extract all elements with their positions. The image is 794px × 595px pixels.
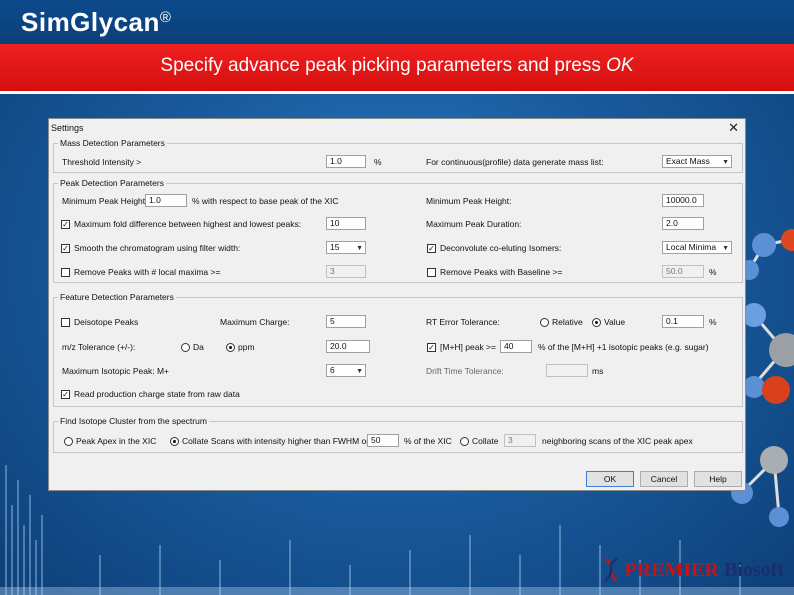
instruction-text: Specify advance peak picking parameters … bbox=[160, 55, 634, 76]
app-title: SimGlycan® bbox=[21, 7, 172, 37]
smooth-width-dropdown[interactable]: 15 ▼ bbox=[326, 241, 366, 254]
collate-fwhm-input[interactable]: 50 bbox=[367, 434, 399, 447]
cancel-button[interactable]: Cancel bbox=[640, 471, 688, 487]
continuous-label: For continuous(profile) data generate ma… bbox=[426, 157, 604, 167]
chevron-down-icon: ▼ bbox=[356, 368, 363, 375]
collate-fwhm-radio[interactable] bbox=[170, 437, 179, 446]
mh-peak-input[interactable]: 40 bbox=[500, 340, 532, 353]
max-duration-label: Maximum Peak Duration: bbox=[426, 219, 522, 229]
remove-local-input[interactable]: 3 bbox=[326, 265, 366, 278]
mh-peak-suffix: % of the [M+H] +1 isotopic peaks (e.g. s… bbox=[538, 342, 709, 352]
remove-baseline-checkbox[interactable] bbox=[427, 268, 436, 277]
deconvolute-checkbox[interactable]: ✓ bbox=[427, 244, 436, 253]
max-fold-input[interactable]: 10 bbox=[326, 217, 366, 230]
read-charge-label: Read production charge state from raw da… bbox=[74, 389, 240, 399]
remove-local-checkbox[interactable] bbox=[61, 268, 70, 277]
mz-tolerance-input[interactable]: 20.0 bbox=[326, 340, 370, 353]
rt-unit: % bbox=[709, 317, 717, 327]
max-fold-label: Maximum fold difference between highest … bbox=[74, 219, 302, 229]
max-charge-label: Maximum Charge: bbox=[220, 317, 290, 327]
dialog-title: Settings bbox=[51, 123, 84, 133]
mz-tolerance-label: m/z Tolerance (+/-): bbox=[62, 342, 136, 352]
helix-logo-icon bbox=[603, 558, 618, 582]
peak-apex-radio[interactable] bbox=[64, 437, 73, 446]
drift-time-input[interactable] bbox=[546, 364, 588, 377]
rt-relative-label: Relative bbox=[552, 317, 583, 327]
instruction-banner: Specify advance peak picking parameters … bbox=[0, 44, 794, 94]
deisotope-label: Deisotope Peaks bbox=[74, 317, 139, 327]
mz-ppm-radio[interactable] bbox=[226, 343, 235, 352]
collate-neighbors-input[interactable]: 3 bbox=[504, 434, 536, 447]
rt-value-radio[interactable] bbox=[592, 318, 601, 327]
deconvolute-dropdown[interactable]: Local Minima ▼ bbox=[662, 241, 732, 254]
peak-detection-group: Peak Detection Parameters Minimum Peak H… bbox=[53, 178, 743, 283]
collate-fwhm-label: Collate Scans with intensity higher than… bbox=[182, 436, 370, 446]
min-peak-height2-label: Minimum Peak Height: bbox=[426, 196, 512, 206]
max-charge-input[interactable]: 5 bbox=[326, 315, 366, 328]
drift-time-label: Drift Time Tolerance: bbox=[426, 366, 504, 376]
mh-peak-checkbox[interactable]: ✓ bbox=[427, 343, 436, 352]
remove-baseline-input[interactable]: 50.0 bbox=[662, 265, 704, 278]
rt-value-input[interactable]: 0.1 bbox=[662, 315, 704, 328]
isotope-cluster-group: Find Isotope Cluster from the spectrum P… bbox=[53, 416, 743, 453]
threshold-label: Threshold Intensity > bbox=[62, 157, 142, 167]
collate-neighbors-label: Collate bbox=[472, 436, 499, 446]
mz-ppm-label: ppm bbox=[238, 342, 255, 352]
smooth-label: Smooth the chromatogram using filter wid… bbox=[74, 243, 241, 253]
rt-value-label: Value bbox=[604, 317, 626, 327]
settings-dialog: Settings ✕ Mass Detection Parameters Thr… bbox=[48, 118, 746, 491]
collate-neighbors-radio[interactable] bbox=[460, 437, 469, 446]
peak-apex-label: Peak Apex in the XIC bbox=[76, 436, 157, 446]
remove-local-label: Remove Peaks with # local maxima >= bbox=[74, 267, 221, 277]
feature-detection-group: Feature Detection Parameters Deisotope P… bbox=[53, 292, 743, 407]
threshold-unit: % bbox=[374, 157, 382, 167]
remove-baseline-unit: % bbox=[709, 267, 717, 277]
drift-time-unit: ms bbox=[592, 366, 604, 376]
rt-relative-radio[interactable] bbox=[540, 318, 549, 327]
max-fold-checkbox[interactable]: ✓ bbox=[61, 220, 70, 229]
max-isotopic-dropdown[interactable]: 6 ▼ bbox=[326, 364, 366, 377]
min-peak-height-suffix: % with respect to base peak of the XIC bbox=[192, 196, 339, 206]
smooth-checkbox[interactable]: ✓ bbox=[61, 244, 70, 253]
collate-fwhm-suffix: % of the XIC bbox=[404, 436, 452, 446]
mass-list-dropdown[interactable]: Exact Mass ▼ bbox=[662, 155, 732, 168]
ok-button[interactable]: OK bbox=[586, 471, 634, 487]
chevron-down-icon: ▼ bbox=[356, 245, 363, 252]
header-strip: SimGlycan® bbox=[0, 0, 794, 44]
mass-detection-group: Mass Detection Parameters Threshold Inte… bbox=[53, 138, 743, 173]
min-peak-height-label: Minimum Peak Height: bbox=[62, 196, 148, 206]
min-peak-height2-input[interactable]: 10000.0 bbox=[662, 194, 704, 207]
read-charge-checkbox[interactable]: ✓ bbox=[61, 390, 70, 399]
deisotope-checkbox[interactable] bbox=[61, 318, 70, 327]
max-isotopic-label: Maximum Isotopic Peak: M+ bbox=[62, 366, 169, 376]
remove-baseline-label: Remove Peaks with Baseline >= bbox=[440, 267, 563, 277]
max-duration-input[interactable]: 2.0 bbox=[662, 217, 704, 230]
chevron-down-icon: ▼ bbox=[722, 245, 729, 252]
rt-label: RT Error Tolerance: bbox=[426, 317, 500, 327]
help-button[interactable]: Help bbox=[694, 471, 742, 487]
close-icon[interactable]: ✕ bbox=[728, 120, 739, 136]
mh-peak-label: [M+H] peak >= bbox=[440, 342, 496, 352]
threshold-input[interactable]: 1.0 bbox=[326, 155, 366, 168]
chevron-down-icon: ▼ bbox=[722, 159, 729, 166]
collate-neighbors-suffix: neighboring scans of the XIC peak apex bbox=[542, 436, 693, 446]
mz-da-radio[interactable] bbox=[181, 343, 190, 352]
mz-da-label: Da bbox=[193, 342, 204, 352]
deconvolute-label: Deconvolute co-eluting Isomers: bbox=[440, 243, 562, 253]
premier-biosoft-logo: PREMIER Biosoft bbox=[601, 557, 784, 583]
min-peak-height-input[interactable]: 1.0 bbox=[145, 194, 187, 207]
